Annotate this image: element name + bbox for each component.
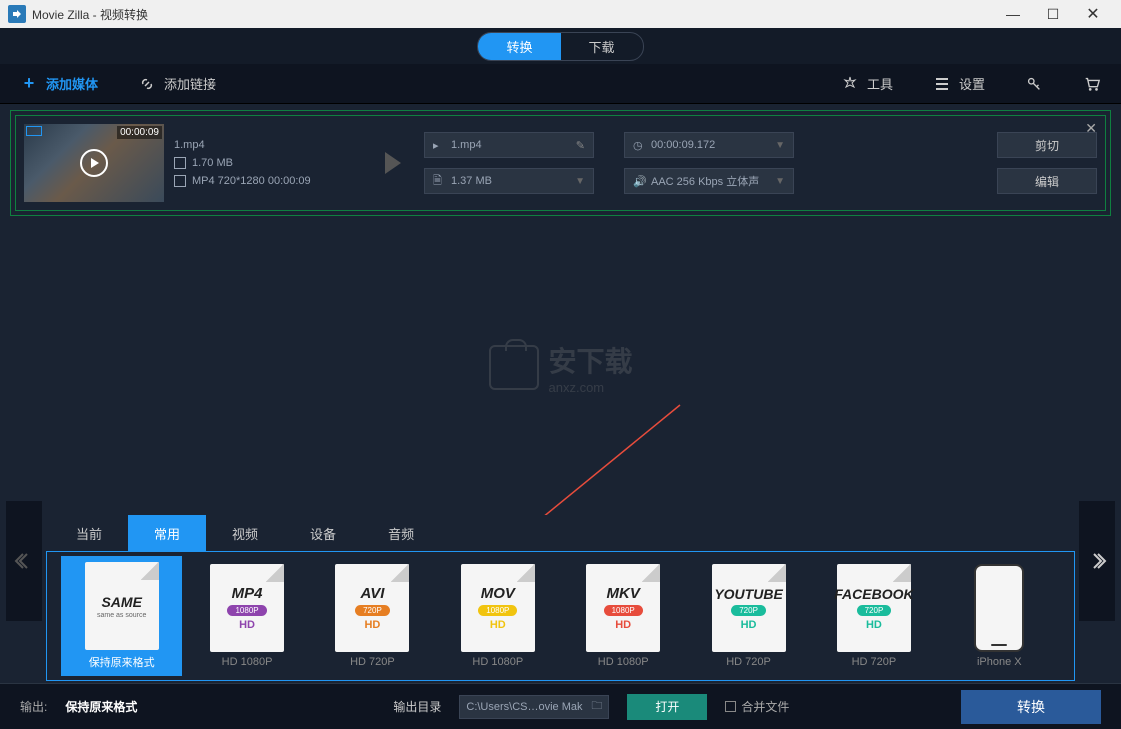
edit-button[interactable]: 编辑 (997, 168, 1097, 194)
output-format-value: 保持原来格式 (65, 698, 137, 715)
format-card-avi[interactable]: AVI 720P HD HD 720P (312, 558, 433, 674)
format-label: iPhone X (977, 656, 1022, 668)
checkbox-icon (725, 701, 736, 712)
chevron-down-icon: ▼ (575, 176, 585, 187)
format-tab-current[interactable]: 当前 (50, 515, 128, 551)
file-format-icon: MP4 1080P HD (210, 564, 284, 652)
tools-button[interactable]: 工具 (841, 74, 893, 93)
tab-download[interactable]: 下载 (561, 33, 643, 60)
format-section: 当前 常用 视频 设备 音频 SAME same as source 保持原来格… (0, 515, 1121, 681)
hamburger-icon (933, 75, 951, 93)
format-tab-audio[interactable]: 音频 (362, 515, 440, 551)
main-toolbar: + 添加媒体 添加链接 工具 设置 (0, 64, 1121, 104)
file-info: 1.mp4 1.70 MB MP4 720*1280 00:00:09 (174, 139, 354, 187)
format-tab-video[interactable]: 视频 (206, 515, 284, 551)
file-size: 1.70 MB (192, 157, 233, 169)
file-details: MP4 720*1280 00:00:09 (192, 175, 311, 187)
phone-icon (974, 564, 1024, 652)
scroll-left-button[interactable] (6, 501, 42, 621)
folder-icon[interactable]: 🗀 (591, 697, 602, 716)
file-format-icon: AVI 720P HD (335, 564, 409, 652)
format-card-mp4[interactable]: MP4 1080P HD HD 1080P (186, 558, 307, 674)
close-button[interactable]: ✕ (1073, 2, 1113, 26)
conversion-arrow-icon (364, 148, 414, 178)
maximize-button[interactable]: ☐ (1033, 2, 1073, 26)
merge-checkbox[interactable]: 合并文件 (725, 698, 789, 715)
file-name: 1.mp4 (174, 139, 205, 151)
format-label: HD 1080P (222, 656, 273, 668)
output-size-dropdown[interactable]: 🗎 1.37 MB ▼ (424, 168, 594, 194)
cart-icon (1083, 75, 1101, 93)
file-item[interactable]: ✕ 00:00:09 1.mp4 1.70 MB MP4 720*1280 00… (15, 115, 1106, 211)
film-icon (26, 126, 42, 136)
minimize-button[interactable]: — (993, 2, 1033, 26)
play-icon (80, 149, 108, 177)
open-button[interactable]: 打开 (627, 694, 707, 720)
format-label: HD 720P (852, 656, 897, 668)
document-icon (174, 157, 186, 169)
format-card-iphone-x[interactable]: iPhone X (939, 558, 1060, 674)
bottom-bar: 输出: 保持原来格式 输出目录 C:\Users\CS…ovie Mak 🗀 打… (0, 683, 1121, 729)
format-tab-device[interactable]: 设备 (284, 515, 362, 551)
remove-file-button[interactable]: ✕ (1085, 120, 1097, 137)
app-icon (8, 5, 26, 23)
video-icon (174, 175, 186, 187)
chevron-down-icon: ▼ (775, 176, 785, 187)
format-card-mov[interactable]: MOV 1080P HD HD 1080P (437, 558, 558, 674)
output-name-dropdown[interactable]: ▸ 1.mp4 ✎ (424, 132, 594, 158)
file-format-icon: YOUTUBE 720P HD (712, 564, 786, 652)
tab-convert[interactable]: 转换 (478, 33, 560, 60)
document-icon: 🗎 (433, 172, 445, 191)
key-button[interactable] (1025, 75, 1043, 93)
duration-dropdown[interactable]: ◷ 00:00:09.172 ▼ (624, 132, 794, 158)
output-path-field[interactable]: C:\Users\CS…ovie Mak 🗀 (459, 695, 609, 719)
output-dir-label: 输出目录 (393, 698, 441, 715)
file-format-icon: MOV 1080P HD (461, 564, 535, 652)
bag-icon (488, 345, 538, 390)
audio-dropdown[interactable]: 🔊 AAC 256 Kbps 立体声 ▼ (624, 168, 794, 194)
format-label: HD 720P (726, 656, 771, 668)
format-label: 保持原来格式 (89, 654, 155, 670)
watermark: 安下载 anxz.com (488, 340, 632, 395)
format-card-same[interactable]: SAME same as source 保持原来格式 (61, 556, 182, 676)
file-format-icon: FACEBOOK 720P HD (837, 564, 911, 652)
format-label: HD 1080P (598, 656, 649, 668)
format-label: HD 1080P (472, 656, 523, 668)
titlebar: Movie Zilla - 视频转换 — ☐ ✕ (0, 0, 1121, 28)
format-card-facebook[interactable]: FACEBOOK 720P HD HD 720P (813, 558, 934, 674)
video-thumbnail[interactable]: 00:00:09 (24, 124, 164, 202)
trim-button[interactable]: 剪切 (997, 132, 1097, 158)
chevron-down-icon: ▼ (775, 140, 785, 151)
video-file-icon: ▸ (433, 139, 445, 152)
mode-bar: 转换 下载 (0, 28, 1121, 64)
file-format-icon: SAME same as source (85, 562, 159, 650)
clock-icon: ◷ (633, 139, 645, 152)
format-tab-popular[interactable]: 常用 (128, 515, 206, 551)
format-card-youtube[interactable]: YOUTUBE 720P HD HD 720P (688, 558, 809, 674)
window-title: Movie Zilla - 视频转换 (32, 6, 148, 23)
thumb-duration: 00:00:09 (117, 126, 162, 139)
format-card-mkv[interactable]: MKV 1080P HD HD 1080P (563, 558, 684, 674)
speaker-icon: 🔊 (633, 175, 645, 188)
link-icon (138, 75, 156, 93)
add-media-button[interactable]: + 添加媒体 (20, 74, 98, 93)
magic-wand-icon (841, 75, 859, 93)
add-link-button[interactable]: 添加链接 (138, 74, 216, 93)
format-tabs: 当前 常用 视频 设备 音频 (0, 515, 1121, 551)
format-label: HD 720P (350, 656, 395, 668)
file-list: ✕ 00:00:09 1.mp4 1.70 MB MP4 720*1280 00… (10, 110, 1111, 216)
scroll-right-button[interactable] (1079, 501, 1115, 621)
plus-icon: + (20, 75, 38, 93)
file-format-icon: MKV 1080P HD (586, 564, 660, 652)
cart-button[interactable] (1083, 75, 1101, 93)
pencil-icon[interactable]: ✎ (576, 139, 585, 152)
key-icon (1025, 75, 1043, 93)
output-label: 输出: (20, 698, 47, 715)
settings-button[interactable]: 设置 (933, 74, 985, 93)
convert-button[interactable]: 转换 (961, 690, 1101, 724)
format-list: SAME same as source 保持原来格式 MP4 1080P HD … (46, 551, 1075, 681)
